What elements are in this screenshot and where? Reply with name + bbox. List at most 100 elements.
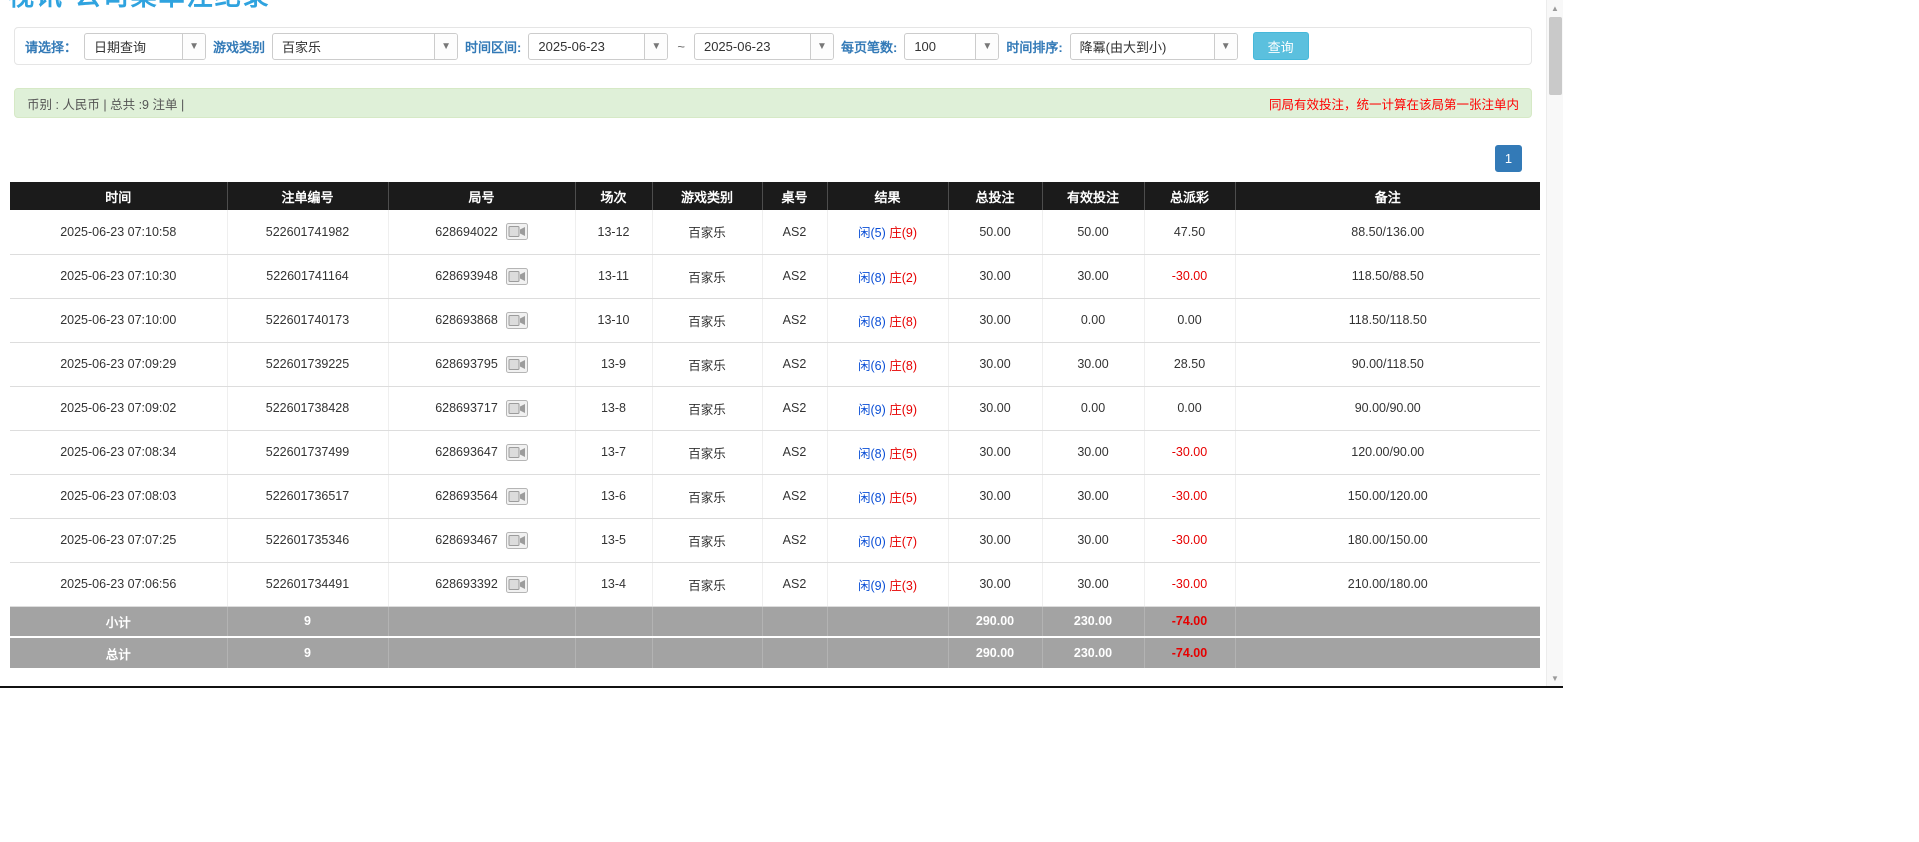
cell-table-no: AS2 xyxy=(762,430,827,474)
cell-round: 628693717 xyxy=(388,386,575,430)
cell-table-no: AS2 xyxy=(762,474,827,518)
cell-total-bet[interactable]: 30.00 xyxy=(948,386,1042,430)
page-button-1[interactable]: 1 xyxy=(1495,145,1522,172)
chevron-down-icon[interactable]: ▼ xyxy=(1214,34,1237,59)
cell-session: 13-12 xyxy=(575,210,652,254)
summary-count: 9 xyxy=(227,606,388,637)
round-number: 628693868 xyxy=(435,313,498,327)
date-to-select[interactable]: 2025-06-23 ▼ xyxy=(694,33,834,60)
cell-valid-bet: 30.00 xyxy=(1042,562,1144,606)
video-replay-icon[interactable] xyxy=(506,488,528,505)
video-replay-icon[interactable] xyxy=(506,268,528,285)
game-type-select[interactable]: 百家乐 ▼ xyxy=(272,33,458,60)
cell-valid-bet: 50.00 xyxy=(1042,210,1144,254)
column-header: 总派彩 xyxy=(1144,182,1235,210)
cell-payout: 0.00 xyxy=(1144,298,1235,342)
video-replay-icon[interactable] xyxy=(506,400,528,417)
cell-bet-id: 522601735346 xyxy=(227,518,388,562)
cell-table-no: AS2 xyxy=(762,298,827,342)
cell-result: 闲(8) 庄(5) xyxy=(827,474,948,518)
cell-round: 628693392 xyxy=(388,562,575,606)
table-row: 2025-06-23 07:09:29522601739225628693795… xyxy=(10,342,1540,386)
cell-total-bet[interactable]: 30.00 xyxy=(948,430,1042,474)
cell-total-bet[interactable]: 30.00 xyxy=(948,518,1042,562)
scrollbar-thumb[interactable] xyxy=(1549,17,1562,95)
round-number: 628693392 xyxy=(435,577,498,591)
cell-result: 闲(9) 庄(9) xyxy=(827,386,948,430)
result-banker: 庄(9) xyxy=(889,226,917,240)
query-button[interactable]: 查询 xyxy=(1253,32,1309,60)
summary-row: 小计9290.00230.00-74.00 xyxy=(10,606,1540,637)
cell-game-type: 百家乐 xyxy=(652,562,762,606)
cell-game-type: 百家乐 xyxy=(652,518,762,562)
cell-result: 闲(6) 庄(8) xyxy=(827,342,948,386)
column-header: 有效投注 xyxy=(1042,182,1144,210)
valid-bet-notice: 同局有效投注，统一计算在该局第一张注单内 xyxy=(1269,94,1519,113)
select-type-label: 请选择： xyxy=(25,37,77,56)
cell-round: 628693564 xyxy=(388,474,575,518)
cell-time: 2025-06-23 07:07:25 xyxy=(10,518,227,562)
video-replay-icon[interactable] xyxy=(506,532,528,549)
chevron-down-icon[interactable]: ▼ xyxy=(975,34,998,59)
vertical-scrollbar[interactable]: ▲ ▼ xyxy=(1546,0,1563,686)
summary-row: 总计9290.00230.00-74.00 xyxy=(10,637,1540,668)
query-type-select[interactable]: 日期查询 ▼ xyxy=(84,33,206,60)
result-player: 闲(9) xyxy=(858,579,886,593)
cell-total-bet[interactable]: 30.00 xyxy=(948,562,1042,606)
cell-time: 2025-06-23 07:09:29 xyxy=(10,342,227,386)
per-page-select[interactable]: 100 ▼ xyxy=(904,33,999,60)
cell-table-no: AS2 xyxy=(762,518,827,562)
column-header: 注单编号 xyxy=(227,182,388,210)
cell-payout: -30.00 xyxy=(1144,254,1235,298)
cell-total-bet[interactable]: 30.00 xyxy=(948,298,1042,342)
date-from-select[interactable]: 2025-06-23 ▼ xyxy=(528,33,668,60)
summary-valid-bet: 230.00 xyxy=(1042,606,1144,637)
video-replay-icon[interactable] xyxy=(506,356,528,373)
pagination: 1 xyxy=(0,145,1522,172)
cell-round: 628693647 xyxy=(388,430,575,474)
cell-remark: 180.00/150.00 xyxy=(1235,518,1540,562)
result-player: 闲(8) xyxy=(858,271,886,285)
chevron-down-icon[interactable]: ▼ xyxy=(434,34,457,59)
cell-bet-id: 522601740173 xyxy=(227,298,388,342)
cell-session: 13-8 xyxy=(575,386,652,430)
video-replay-icon[interactable] xyxy=(506,576,528,593)
cell-total-bet[interactable]: 30.00 xyxy=(948,254,1042,298)
scroll-up-icon[interactable]: ▲ xyxy=(1547,0,1563,16)
chevron-down-icon[interactable]: ▼ xyxy=(182,34,205,59)
cell-round: 628693795 xyxy=(388,342,575,386)
cell-payout: -30.00 xyxy=(1144,430,1235,474)
result-player: 闲(6) xyxy=(858,359,886,373)
table-row: 2025-06-23 07:07:25522601735346628693467… xyxy=(10,518,1540,562)
game-type-label: 游戏类别 xyxy=(213,37,265,56)
cell-total-bet[interactable]: 30.00 xyxy=(948,342,1042,386)
page-title: 视讯-公司桌单注纪录 xyxy=(8,0,1546,11)
result-banker: 庄(7) xyxy=(889,535,917,549)
video-replay-icon[interactable] xyxy=(506,223,528,240)
page-title-clip: 视讯-公司桌单注纪录 xyxy=(0,0,1546,11)
cell-game-type: 百家乐 xyxy=(652,386,762,430)
cell-table-no: AS2 xyxy=(762,562,827,606)
cell-bet-id: 522601734491 xyxy=(227,562,388,606)
table-row: 2025-06-23 07:08:03522601736517628693564… xyxy=(10,474,1540,518)
cell-remark: 150.00/120.00 xyxy=(1235,474,1540,518)
chevron-down-icon[interactable]: ▼ xyxy=(810,34,833,59)
video-replay-icon[interactable] xyxy=(506,444,528,461)
time-sort-label: 时间排序: xyxy=(1006,37,1062,56)
video-replay-icon[interactable] xyxy=(506,312,528,329)
cell-total-bet[interactable]: 50.00 xyxy=(948,210,1042,254)
scroll-down-icon[interactable]: ▼ xyxy=(1547,670,1563,686)
cell-session: 13-5 xyxy=(575,518,652,562)
result-banker: 庄(8) xyxy=(889,315,917,329)
time-sort-select[interactable]: 降冪(由大到小) ▼ xyxy=(1070,33,1238,60)
cell-round: 628693868 xyxy=(388,298,575,342)
cell-game-type: 百家乐 xyxy=(652,298,762,342)
summary-label: 总计 xyxy=(10,637,227,668)
currency-total-text: 币别 : 人民币 | 总共 :9 注单 | xyxy=(27,94,184,113)
chevron-down-icon[interactable]: ▼ xyxy=(644,34,667,59)
result-banker: 庄(3) xyxy=(889,579,917,593)
result-banker: 庄(8) xyxy=(889,359,917,373)
column-header: 总投注 xyxy=(948,182,1042,210)
cell-total-bet[interactable]: 30.00 xyxy=(948,474,1042,518)
cell-valid-bet: 0.00 xyxy=(1042,298,1144,342)
